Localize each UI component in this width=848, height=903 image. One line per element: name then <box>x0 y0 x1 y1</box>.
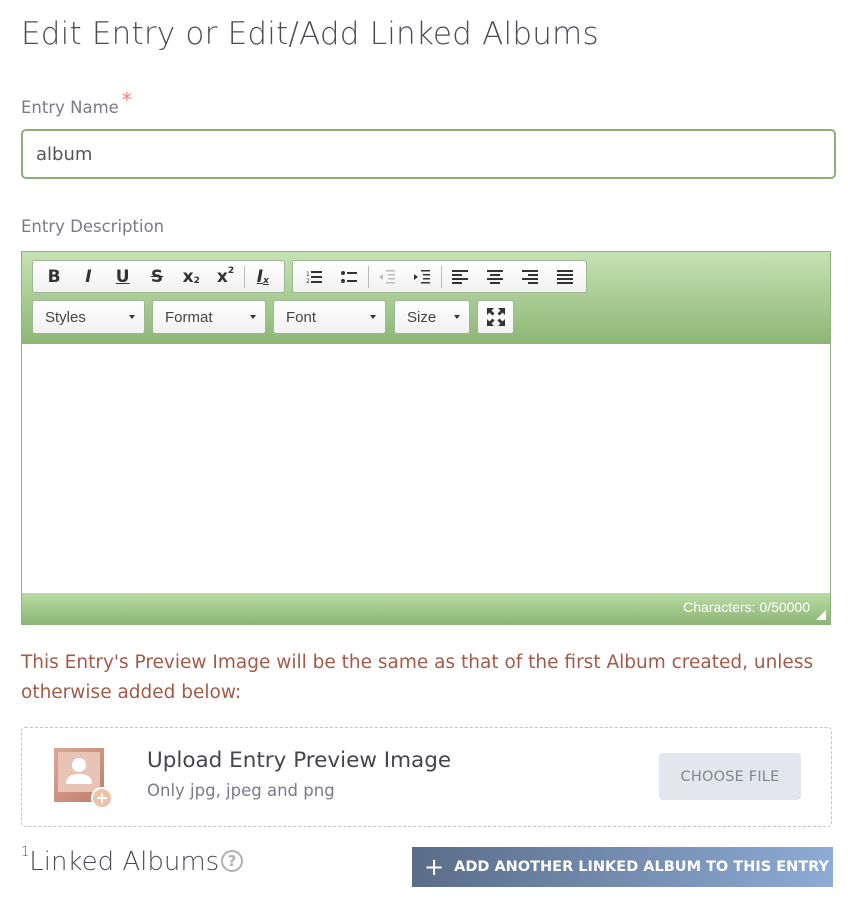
toolbar-separator <box>440 265 442 288</box>
add-linked-album-button[interactable]: + ADD ANOTHER LINKED ALBUM TO THIS ENTRY <box>412 847 833 887</box>
outdent-icon[interactable] <box>370 263 405 290</box>
svg-text:1: 1 <box>306 271 310 278</box>
align-center-icon[interactable] <box>477 263 512 290</box>
chevron-down-icon <box>129 315 135 319</box>
italic-icon[interactable]: I <box>71 263 105 290</box>
entry-description-label: Entry Description <box>21 217 165 236</box>
image-upload-icon <box>53 746 113 809</box>
paragraph-group: 12 <box>292 260 587 293</box>
toolbar-separator <box>367 265 369 288</box>
choose-file-button[interactable]: CHOOSE FILE <box>659 753 801 800</box>
superscript-icon[interactable]: x2 <box>208 263 242 290</box>
upload-subtitle: Only jpg, jpeg and png <box>147 781 335 800</box>
subscript-icon[interactable]: x2 <box>174 263 208 290</box>
chevron-down-icon <box>370 315 376 319</box>
entry-name-label: Entry Name * <box>21 88 132 118</box>
strikethrough-icon[interactable]: S <box>140 263 174 290</box>
format-dropdown-label: Format <box>165 308 213 326</box>
basic-styles-group: B I U S x2 x2 Ix <box>32 260 285 293</box>
size-dropdown[interactable]: Size <box>394 300 470 334</box>
bold-icon[interactable]: B <box>37 263 71 290</box>
remove-format-icon[interactable]: Ix <box>246 263 280 290</box>
font-dropdown-label: Font <box>286 308 317 326</box>
bulleted-list-icon[interactable] <box>332 263 367 290</box>
entry-name-input[interactable] <box>21 129 836 179</box>
rich-text-editor: B I U S x2 x2 Ix 12 Styles Format Font S… <box>21 251 831 625</box>
help-icon[interactable]: ? <box>221 850 243 872</box>
font-dropdown[interactable]: Font <box>273 300 386 334</box>
preview-image-note: This Entry's Preview Image will be the s… <box>21 652 814 703</box>
resize-handle-icon[interactable] <box>816 610 826 620</box>
linked-albums-title: Linked Albums <box>29 847 220 877</box>
styles-dropdown-label: Styles <box>45 308 86 326</box>
chevron-down-icon <box>250 315 256 319</box>
toolbar-separator <box>243 265 245 288</box>
align-right-icon[interactable] <box>512 263 547 290</box>
required-mark: * <box>121 88 132 112</box>
indent-icon[interactable] <box>405 263 440 290</box>
justify-icon[interactable] <box>547 263 582 290</box>
linked-albums-superscript: 1 <box>21 845 30 861</box>
upload-dropzone[interactable]: Upload Entry Preview Image Only jpg, jpe… <box>21 727 832 827</box>
styles-dropdown[interactable]: Styles <box>32 300 145 334</box>
editor-toolbar: B I U S x2 x2 Ix 12 Styles Format Font S… <box>22 252 830 344</box>
chevron-down-icon <box>454 315 460 319</box>
size-dropdown-label: Size <box>407 308 437 326</box>
maximize-icon[interactable] <box>477 300 514 334</box>
numbered-list-icon[interactable]: 12 <box>297 263 332 290</box>
editor-content-area[interactable] <box>22 344 830 594</box>
svg-text:2: 2 <box>306 278 310 284</box>
add-linked-album-label: ADD ANOTHER LINKED ALBUM TO THIS ENTRY <box>454 859 830 875</box>
page-title: Edit Entry or Edit/Add Linked Albums <box>21 16 599 52</box>
upload-title: Upload Entry Preview Image <box>147 748 452 773</box>
align-left-icon[interactable] <box>443 263 478 290</box>
character-count: Characters: 0/50000 <box>683 599 810 615</box>
linked-albums-heading: 1Linked Albums <box>21 845 220 877</box>
editor-status-bar: Characters: 0/50000 <box>22 593 830 624</box>
format-dropdown[interactable]: Format <box>152 300 266 334</box>
entry-name-label-text: Entry Name <box>21 98 119 117</box>
plus-icon: + <box>424 853 445 881</box>
underline-icon[interactable]: U <box>106 263 140 290</box>
